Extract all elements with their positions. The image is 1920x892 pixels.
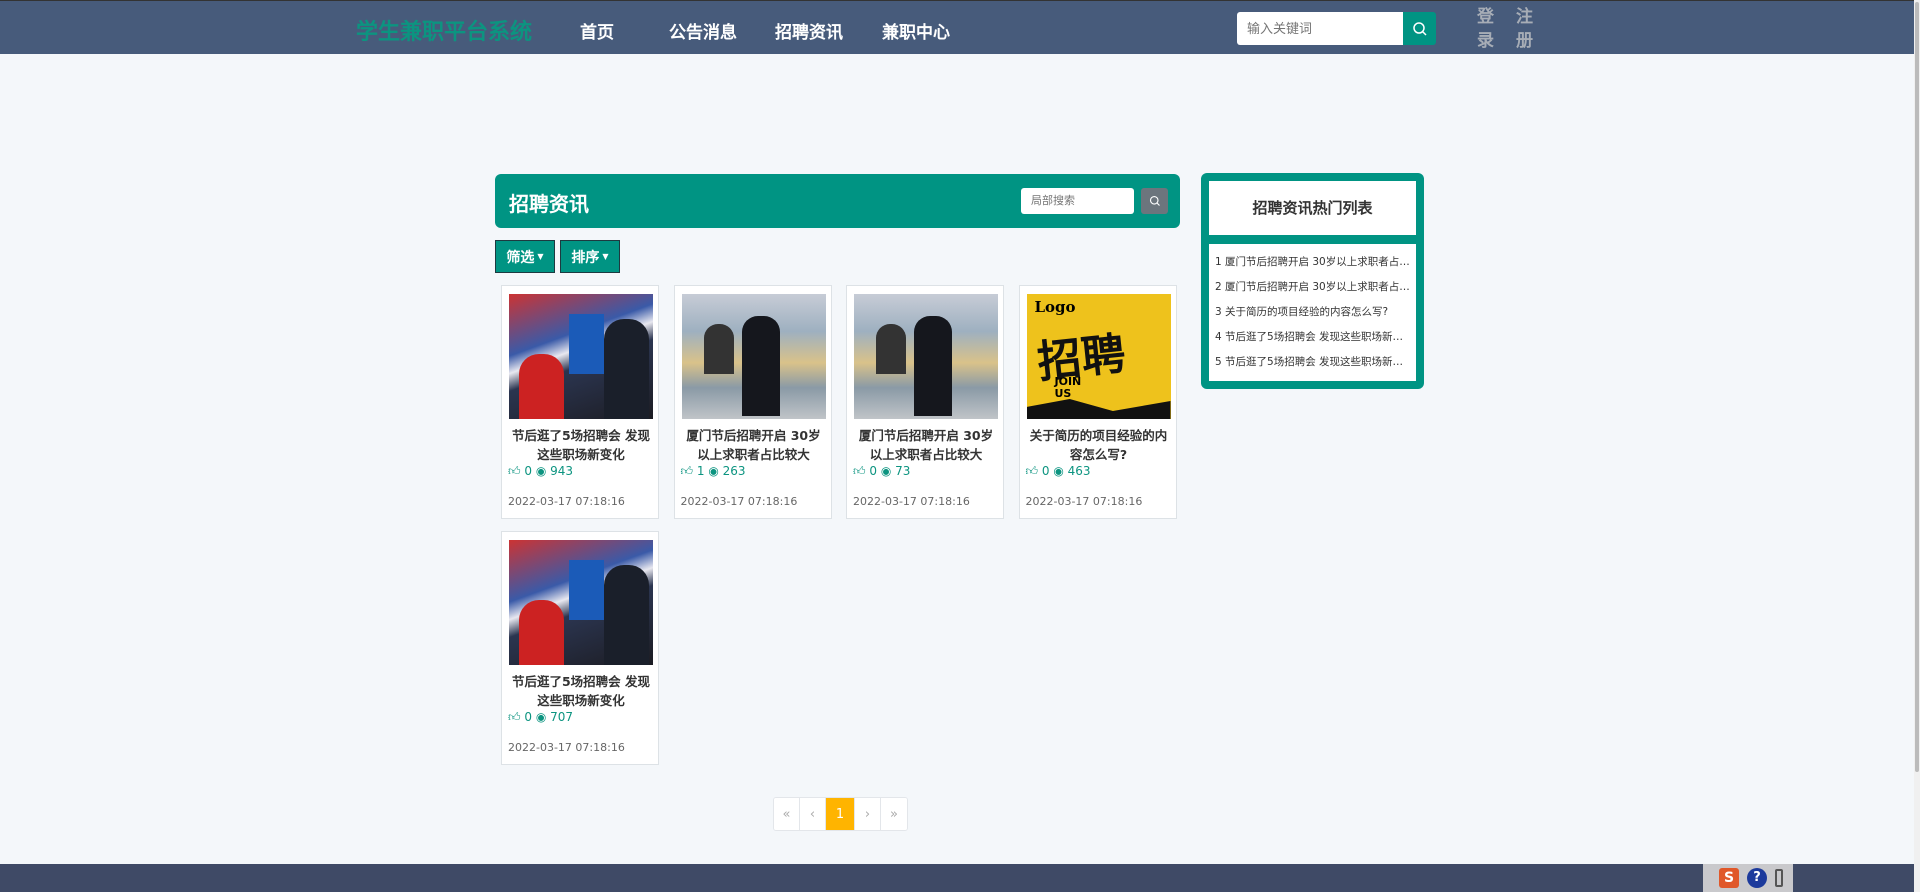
news-thumbnail[interactable] [509, 294, 653, 419]
nav-recruitment-news[interactable]: 招聘资讯 [775, 18, 843, 43]
hot-list-title: 招聘资讯热门列表 [1209, 181, 1416, 235]
top-navbar: 学生兼职平台系统 首页 公告消息 招聘资讯 兼职中心 登录 注册 [0, 0, 1914, 54]
page-current[interactable]: 1 [826, 798, 855, 830]
news-card[interactable]: 厦门节后招聘开启 30岁以上求职者占比较大 👍︎ 0 ◉ 73 2022-03-17… [846, 285, 1004, 519]
eye-icon: ◉ [880, 464, 892, 478]
search-icon [1412, 21, 1427, 36]
page-last[interactable]: » [881, 798, 907, 830]
eye-icon: ◉ [708, 464, 719, 478]
caret-down-icon: ▼ [537, 252, 544, 261]
news-thumbnail[interactable] [509, 540, 653, 665]
footer [0, 864, 1914, 892]
news-card[interactable]: 节后逛了5场招聘会 发现这些职场新变化 👍︎ 0 ◉ 707 2022-03-17 … [501, 531, 659, 765]
thumbs-up-icon[interactable]: 👍︎ [853, 464, 866, 478]
poster-logo-text: Logo [1034, 298, 1076, 316]
caret-down-icon: ▼ [602, 252, 609, 261]
news-card[interactable]: 节后逛了5场招聘会 发现这些职场新变化 👍︎ 0 ◉ 943 2022-03-17 … [501, 285, 659, 519]
news-title[interactable]: 节后逛了5场招聘会 发现这些职场新变化 [508, 672, 654, 710]
nav-part-time-center[interactable]: 兼职中心 [882, 18, 950, 43]
news-date: 2022-03-17 07:18:16 [1025, 495, 1143, 508]
search-button[interactable] [1403, 12, 1436, 45]
register-link[interactable]: 注册 [1516, 5, 1536, 53]
hot-list-item[interactable]: 1 厦门节后招聘开启 30岁以上求职者占比较大 [1215, 252, 1410, 277]
eye-icon: ◉ [535, 710, 547, 724]
news-date: 2022-03-17 07:18:16 [508, 741, 625, 754]
pagination: « ‹ 1 › » [773, 797, 908, 831]
filter-dropdown[interactable]: 筛选 ▼ [495, 240, 555, 273]
filter-label: 筛选 [506, 249, 535, 266]
eye-icon: ◉ [535, 464, 547, 478]
like-count: 1 [696, 464, 705, 478]
local-search-button[interactable] [1141, 188, 1168, 214]
view-count: 73 [895, 464, 911, 478]
sort-label: 排序 [571, 249, 600, 266]
news-thumbnail[interactable] [854, 294, 998, 419]
hot-list-item[interactable]: 3 关于简历的项目经验的内容怎么写? [1215, 302, 1410, 327]
view-count: 463 [1067, 464, 1091, 478]
news-date: 2022-03-17 07:18:16 [508, 495, 625, 508]
like-count: 0 [869, 464, 878, 478]
eye-icon: ◉ [1053, 464, 1064, 478]
help-icon[interactable]: ? [1747, 868, 1767, 888]
news-stats: 👍︎ 0 ◉ 463 [1026, 464, 1091, 479]
view-count: 943 [550, 464, 574, 478]
like-count: 0 [524, 464, 533, 478]
login-link[interactable]: 登录 [1477, 5, 1497, 53]
like-count: 0 [524, 710, 533, 724]
thumbs-up-icon[interactable]: 👍︎ [1026, 464, 1039, 478]
news-date: 2022-03-17 07:18:16 [680, 495, 798, 508]
news-title[interactable]: 厦门节后招聘开启 30岁以上求职者占比较大 [681, 426, 827, 464]
site-logo[interactable]: 学生兼职平台系统 [356, 14, 532, 46]
news-stats: 👍︎ 0 ◉ 73 [853, 464, 910, 479]
poster-sub-text: JOIN US [1054, 375, 1082, 400]
nav-home[interactable]: 首页 [580, 18, 614, 43]
thumbs-up-icon[interactable]: 👍︎ [681, 464, 694, 478]
hot-list-panel: 招聘资讯热门列表 1 厦门节后招聘开启 30岁以上求职者占比较大 2 厦门节后招… [1201, 173, 1424, 389]
search-icon [1149, 195, 1160, 206]
section-header: 招聘资讯 [495, 174, 1180, 228]
thumbs-up-icon[interactable]: 👍︎ [508, 464, 521, 478]
news-title[interactable]: 厦门节后招聘开启 30岁以上求职者占比较大 [853, 426, 999, 464]
page-prev[interactable]: ‹ [800, 798, 826, 830]
page-first[interactable]: « [774, 798, 800, 830]
news-stats: 👍︎ 0 ◉ 707 [508, 710, 573, 725]
news-stats: 👍︎ 1 ◉ 263 [681, 464, 746, 479]
news-thumbnail[interactable] [681, 294, 826, 419]
news-title[interactable]: 节后逛了5场招聘会 发现这些职场新变化 [508, 426, 654, 464]
sogou-icon[interactable]: S [1719, 868, 1739, 888]
hot-list-item[interactable]: 4 节后逛了5场招聘会 发现这些职场新变化 [1215, 327, 1410, 352]
local-search-input[interactable] [1021, 188, 1134, 214]
nav-announcements[interactable]: 公告消息 [669, 18, 737, 43]
hot-list-item[interactable]: 5 节后逛了5场招聘会 发现这些职场新变化 [1215, 352, 1410, 377]
hot-list-item[interactable]: 2 厦门节后招聘开启 30岁以上求职者占比较大 [1215, 277, 1410, 302]
like-count: 0 [1041, 464, 1050, 478]
news-card[interactable]: Logo 招聘 JOIN US 关于简历的项目经验的内容怎么写? 👍︎ 0 ◉ 463 2… [1018, 285, 1177, 519]
news-card[interactable]: 厦门节后招聘开启 30岁以上求职者占比较大 👍︎ 1 ◉ 263 2022-03-1… [673, 285, 832, 519]
section-title: 招聘资讯 [509, 192, 589, 216]
news-thumbnail[interactable]: Logo 招聘 JOIN US [1026, 294, 1171, 419]
ime-toolbar: S ? [1703, 864, 1793, 892]
sort-dropdown[interactable]: 排序 ▼ [560, 240, 620, 273]
keyword-search-input[interactable] [1237, 12, 1403, 45]
scrollbar-thumb[interactable] [1915, 2, 1919, 772]
view-count: 707 [550, 710, 574, 724]
thumbs-up-icon[interactable]: 👍︎ [508, 710, 521, 724]
page-next[interactable]: › [855, 798, 881, 830]
view-count: 263 [722, 464, 746, 478]
news-stats: 👍︎ 0 ◉ 943 [508, 464, 573, 479]
toolbar-toggle-icon[interactable] [1775, 869, 1783, 887]
news-date: 2022-03-17 07:18:16 [853, 495, 970, 508]
news-title[interactable]: 关于简历的项目经验的内容怎么写? [1026, 426, 1172, 464]
